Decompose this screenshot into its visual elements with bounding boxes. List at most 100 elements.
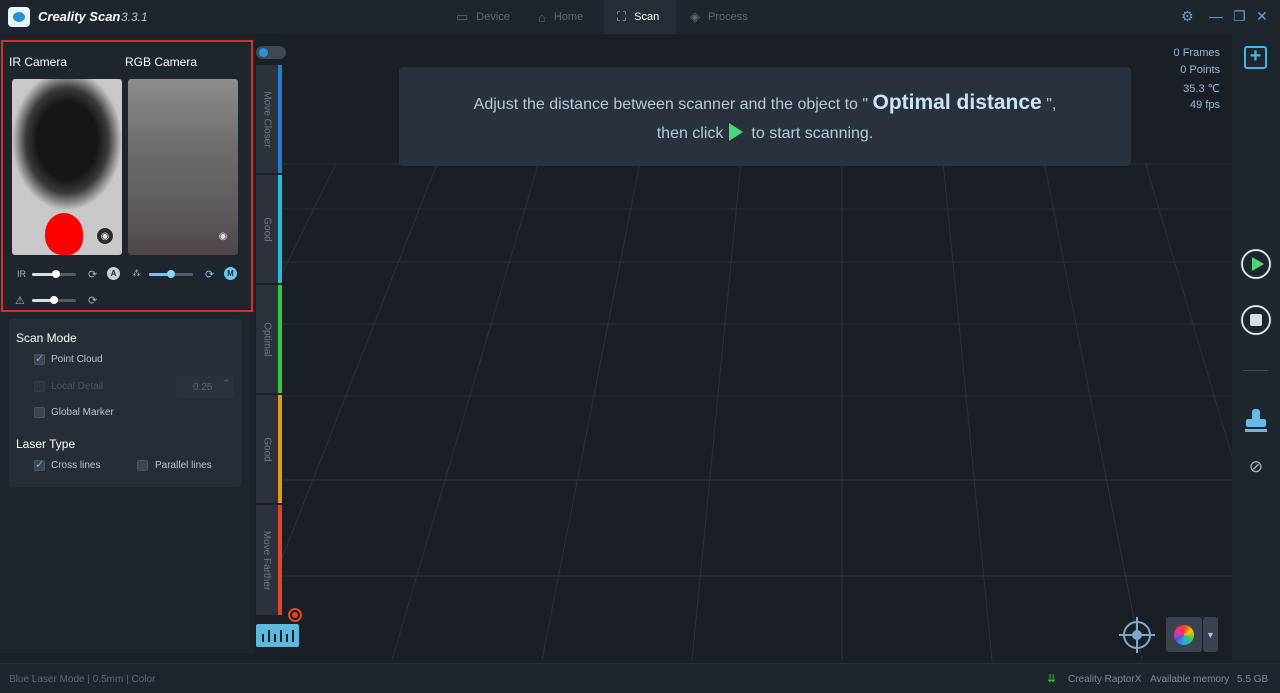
point-cloud-checkbox[interactable] bbox=[34, 352, 45, 365]
color-mode-dropdown-chevron-down-icon[interactable]: ▼ bbox=[1203, 617, 1218, 652]
stop-scan-button[interactable] bbox=[1241, 305, 1271, 335]
rgb-exposure-slider[interactable] bbox=[149, 270, 193, 278]
hint-line-1-post: ", bbox=[1046, 96, 1057, 113]
ir-overexposure-blob bbox=[45, 213, 83, 255]
restore-window-icon[interactable]: ❐ bbox=[1233, 8, 1246, 25]
minimize-icon[interactable]: — bbox=[1209, 8, 1223, 24]
distance-segment-move-closer: Move Closer bbox=[256, 65, 282, 173]
distance-segment-move-farther: Move Farther bbox=[256, 505, 282, 615]
hint-line-1-pre: Adjust the distance between scanner and … bbox=[473, 96, 869, 113]
tab-process[interactable]: ◈ Process bbox=[680, 0, 760, 34]
hint-line-2-pre: then click bbox=[656, 125, 724, 142]
laser-type-title: Laser Type bbox=[16, 437, 76, 451]
device-connected-icon: ⇊ bbox=[1047, 673, 1057, 685]
global-marker-checkbox[interactable] bbox=[34, 407, 45, 418]
rgb-snapshot-camera-icon[interactable]: ◉ bbox=[214, 227, 232, 245]
scan-icon: ⛶ bbox=[617, 9, 627, 24]
right-toolbar-separator bbox=[1243, 370, 1268, 371]
grid-line-vertical bbox=[942, 163, 993, 660]
ruler-tick bbox=[292, 630, 294, 642]
start-scan-button[interactable] bbox=[1241, 249, 1271, 279]
new-project-plus-icon[interactable]: + bbox=[1244, 46, 1267, 69]
crosshair-horizontal bbox=[1119, 634, 1155, 636]
tab-scan[interactable]: ⛶ Scan bbox=[604, 0, 676, 34]
grid-line-vertical bbox=[1145, 163, 1232, 459]
grid-line-vertical bbox=[1043, 163, 1143, 660]
laser-brightness-knob[interactable] bbox=[50, 296, 58, 304]
ruler-tick bbox=[280, 630, 282, 642]
temperature-readout: 35.3 ℃ bbox=[1183, 83, 1220, 95]
distance-segment-good-near: Good bbox=[256, 175, 282, 283]
rgb-exposure-knob[interactable] bbox=[167, 270, 175, 278]
status-scan-config: Blue Laser Mode | 0.5mm | Color bbox=[9, 674, 156, 685]
points-count: 0 Points bbox=[1180, 64, 1220, 76]
distance-bar-toggle[interactable] bbox=[256, 46, 286, 59]
recenter-view-icon[interactable] bbox=[1119, 617, 1155, 653]
parallel-lines-label: Parallel lines bbox=[155, 460, 212, 471]
stamp-tool-icon[interactable] bbox=[1245, 409, 1267, 433]
ir-slider-label: IR bbox=[17, 269, 26, 279]
close-icon[interactable]: ✕ bbox=[1256, 8, 1268, 25]
stamp-base bbox=[1246, 419, 1266, 427]
rgb-camera-label: RGB Camera bbox=[125, 55, 198, 69]
rgb-brightness-icon: ⁂ bbox=[132, 268, 141, 278]
settings-gear-icon[interactable]: ⚙ bbox=[1181, 8, 1194, 25]
ruler-tick bbox=[274, 634, 276, 642]
cross-lines-checkbox[interactable] bbox=[34, 458, 45, 471]
distance-segment-optimal: Optimal bbox=[256, 285, 282, 393]
app-logo-icon bbox=[8, 7, 30, 27]
tab-device-label: Device bbox=[476, 11, 510, 23]
status-memory-label: Available memory bbox=[1150, 674, 1230, 685]
point-cloud-label: Point Cloud bbox=[51, 354, 103, 365]
color-mode-button[interactable] bbox=[1166, 617, 1202, 652]
fps-readout: 49 fps bbox=[1190, 99, 1220, 111]
hint-optimal-distance: Optimal distance bbox=[872, 91, 1042, 114]
tab-home-label: Home bbox=[553, 11, 584, 23]
distance-target-icon bbox=[288, 608, 302, 622]
ir-exposure-slider[interactable] bbox=[32, 270, 76, 278]
distance-label-optimal: Optimal bbox=[261, 321, 273, 357]
distance-label-move-closer: Move Closer bbox=[261, 90, 273, 148]
title-bar: Creality Scan 3.3.1 ▭ Device ⌂ Home ⛶ Sc… bbox=[0, 0, 1280, 34]
rgb-reset-icon[interactable]: ⟳ bbox=[205, 268, 214, 281]
grid-line-vertical bbox=[391, 163, 539, 660]
ruler-tick bbox=[268, 630, 270, 642]
tab-home[interactable]: ⌂ Home bbox=[528, 0, 602, 34]
distance-label-move-farther: Move Farther bbox=[261, 530, 273, 590]
stop-icon bbox=[1250, 314, 1262, 326]
status-device-name: Creality RaptorX bbox=[1068, 674, 1142, 685]
laser-brightness-slider[interactable] bbox=[32, 296, 76, 304]
color-wheel-icon bbox=[1174, 625, 1194, 645]
grid-line-vertical bbox=[282, 163, 337, 275]
status-resolution: 0.5mm bbox=[92, 674, 124, 685]
ir-auto-badge[interactable]: A bbox=[107, 267, 120, 280]
global-marker-label: Global Marker bbox=[51, 407, 114, 418]
tab-device[interactable]: ▭ Device bbox=[444, 0, 526, 34]
rgb-manual-badge[interactable]: M bbox=[224, 267, 237, 280]
play-icon bbox=[1252, 257, 1264, 271]
hint-play-icon bbox=[729, 123, 744, 141]
tab-process-label: Process bbox=[708, 11, 748, 23]
status-laser-mode: Blue Laser Mode bbox=[9, 674, 85, 685]
app-version: 3.3.1 bbox=[121, 10, 148, 24]
grid-line-vertical bbox=[691, 163, 742, 660]
local-detail-label: Local Detail bbox=[51, 381, 104, 392]
stamp-handle bbox=[1252, 409, 1260, 419]
hint-line-1: Adjust the distance between scanner and … bbox=[399, 91, 1131, 115]
status-memory-value: 5.5 GB bbox=[1237, 674, 1269, 685]
disable-stamp-icon[interactable]: ⊘ bbox=[1245, 457, 1267, 479]
cross-lines-label: Cross lines bbox=[51, 460, 101, 471]
status-bar: Blue Laser Mode | 0.5mm | Color ⇊ Creali… bbox=[0, 663, 1280, 693]
ruler-button[interactable] bbox=[256, 624, 299, 647]
parallel-lines-checkbox[interactable] bbox=[137, 460, 148, 471]
laser-reset-icon[interactable]: ⟳ bbox=[88, 294, 97, 307]
status-texture: Color bbox=[131, 674, 156, 685]
local-detail-checkbox bbox=[34, 381, 45, 392]
ir-snapshot-camera-icon[interactable]: ◉ bbox=[96, 227, 114, 245]
scan-mode-title: Scan Mode bbox=[16, 331, 77, 345]
distance-segment-good-far: Good bbox=[256, 395, 282, 503]
ir-reset-icon[interactable]: ⟳ bbox=[88, 268, 97, 281]
right-toolbar bbox=[1232, 34, 1280, 660]
hint-line-2-post: to start scanning. bbox=[751, 125, 874, 142]
distance-label-good-far: Good bbox=[261, 436, 273, 462]
